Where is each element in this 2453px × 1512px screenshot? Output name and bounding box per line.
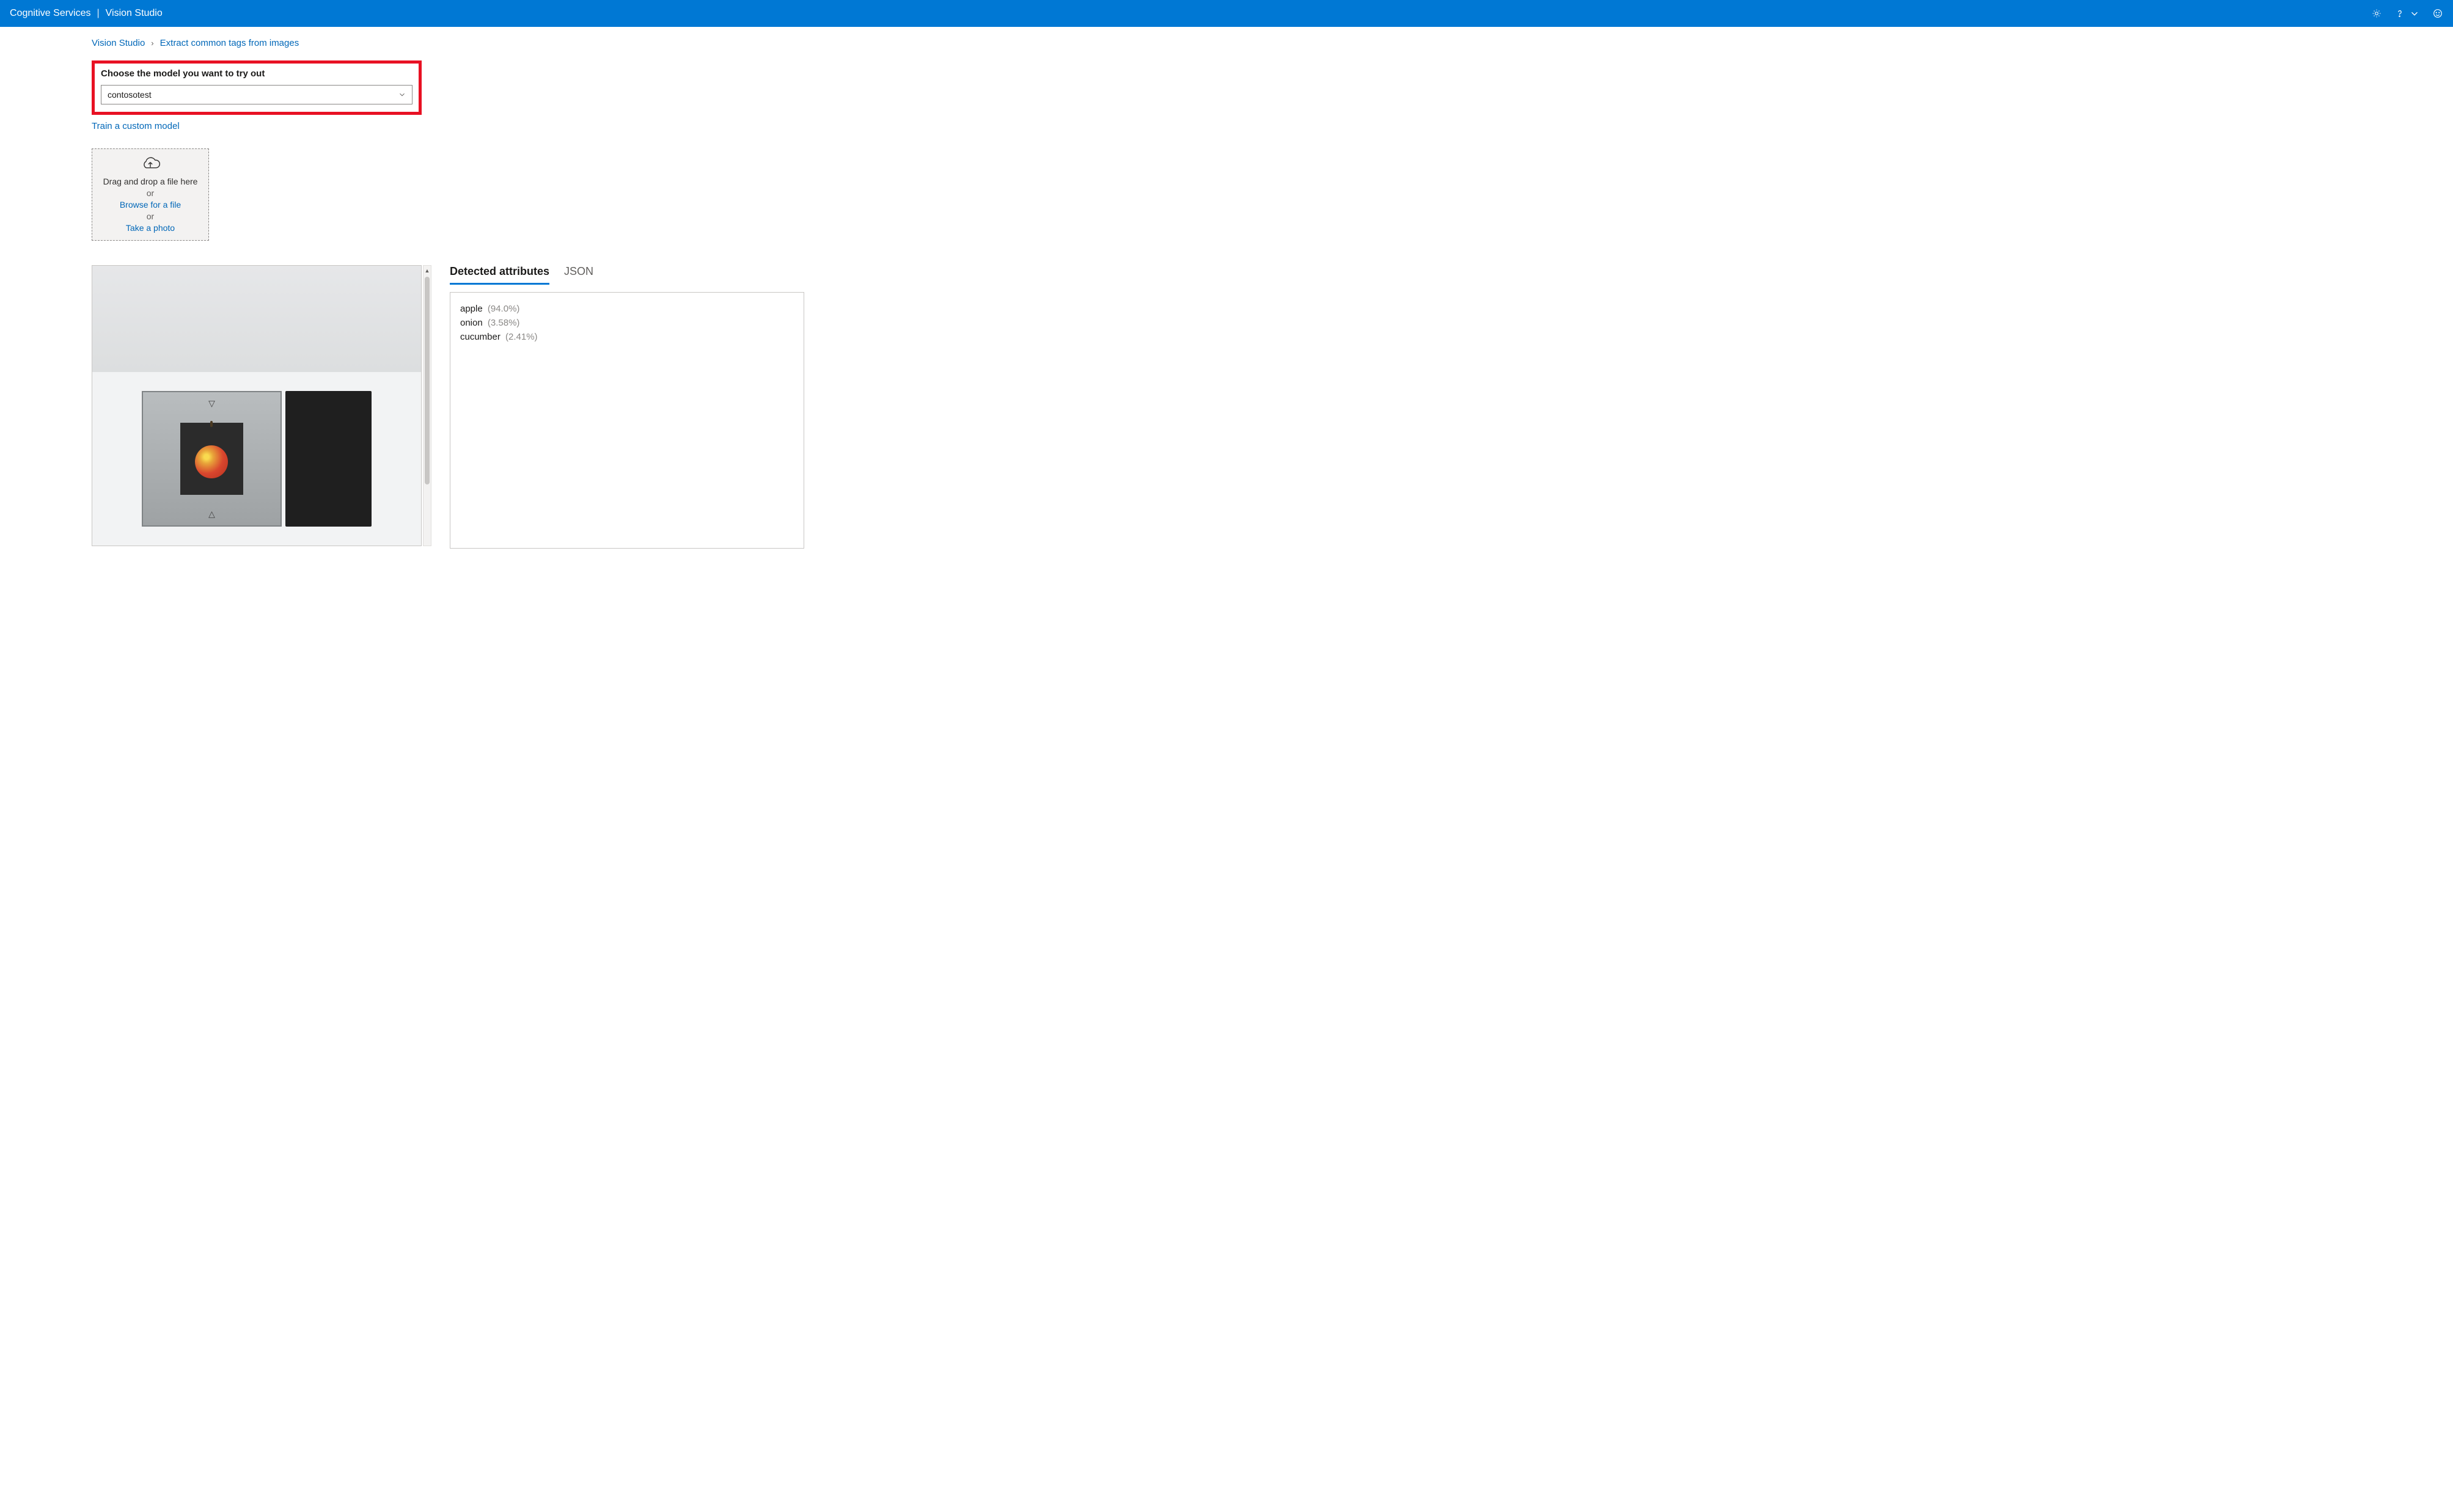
section-name: Vision Studio — [106, 8, 163, 19]
model-picker-label: Choose the model you want to try out — [101, 68, 413, 79]
top-bar: Cognitive Services | Vision Studio — [0, 0, 2453, 27]
settings-icon[interactable] — [2371, 8, 2382, 19]
dropzone-text: Drag and drop a file here — [103, 177, 198, 186]
model-picker-callout: Choose the model you want to try out — [92, 60, 422, 115]
image-scrollbar[interactable]: ▲ — [423, 265, 431, 546]
product-name: Cognitive Services — [10, 8, 91, 19]
tab-detected-attributes[interactable]: Detected attributes — [450, 265, 549, 285]
attribute-percent: (3.58%) — [488, 318, 520, 328]
cloud-upload-icon — [139, 155, 161, 173]
model-select-input[interactable] — [101, 85, 413, 104]
top-bar-title: Cognitive Services | Vision Studio — [10, 8, 163, 19]
preview-scanner: ▽ △ — [142, 391, 372, 526]
apple-fruit — [195, 445, 228, 478]
model-select[interactable] — [101, 85, 413, 104]
attribute-name: cucumber — [460, 332, 501, 342]
chevron-down-icon — [2409, 8, 2420, 19]
feedback-smiley-icon[interactable] — [2432, 8, 2443, 19]
tray-arrow-up-icon: ▽ — [208, 398, 215, 409]
attribute-row: onion (3.58%) — [460, 318, 794, 328]
chevron-right-icon: › — [151, 38, 153, 48]
breadcrumb: Vision Studio › Extract common tags from… — [92, 38, 2361, 48]
page-content: Vision Studio › Extract common tags from… — [0, 27, 2453, 549]
tab-json[interactable]: JSON — [564, 265, 593, 285]
breadcrumb-current[interactable]: Extract common tags from images — [160, 38, 299, 48]
preview-counter-surface: ▽ △ — [92, 372, 421, 546]
dropzone-or-2: or — [147, 211, 154, 221]
preview-scanner-unit — [285, 391, 372, 526]
browse-file-link[interactable]: Browse for a file — [120, 200, 181, 210]
breadcrumb-root[interactable]: Vision Studio — [92, 38, 145, 48]
preview-background-wall — [92, 266, 421, 372]
train-custom-model-link[interactable]: Train a custom model — [92, 121, 180, 131]
image-preview: ▽ △ — [92, 265, 422, 546]
results-area: ▽ △ ▲ — [92, 265, 2361, 549]
top-bar-actions — [2371, 8, 2443, 19]
attribute-name: apple — [460, 304, 483, 314]
scrollbar-up-button[interactable]: ▲ — [424, 266, 431, 276]
image-preview-column: ▽ △ ▲ — [92, 265, 431, 546]
title-separator: | — [97, 8, 100, 19]
detected-attributes-box: apple (94.0%) onion (3.58%) cucumber (2.… — [450, 292, 804, 549]
results-panel: Detected attributes JSON apple (94.0%) o… — [450, 265, 804, 549]
attribute-row: cucumber (2.41%) — [460, 332, 794, 342]
apple-stem — [210, 421, 213, 427]
attribute-row: apple (94.0%) — [460, 304, 794, 314]
attribute-name: onion — [460, 318, 483, 328]
dropzone-or-1: or — [147, 188, 154, 198]
help-icon — [2394, 8, 2405, 19]
take-photo-link[interactable]: Take a photo — [126, 223, 175, 233]
upload-dropzone[interactable]: Drag and drop a file here or Browse for … — [92, 148, 209, 241]
scrollbar-thumb[interactable] — [425, 277, 430, 484]
attribute-percent: (94.0%) — [488, 304, 520, 314]
tray-arrow-down-icon: △ — [208, 509, 215, 519]
result-tabs: Detected attributes JSON — [450, 265, 804, 285]
preview-glass — [180, 423, 244, 494]
preview-tray: ▽ △ — [142, 391, 282, 526]
chevron-down-icon — [398, 90, 406, 99]
attribute-percent: (2.41%) — [505, 332, 538, 342]
help-dropdown[interactable] — [2394, 8, 2420, 19]
